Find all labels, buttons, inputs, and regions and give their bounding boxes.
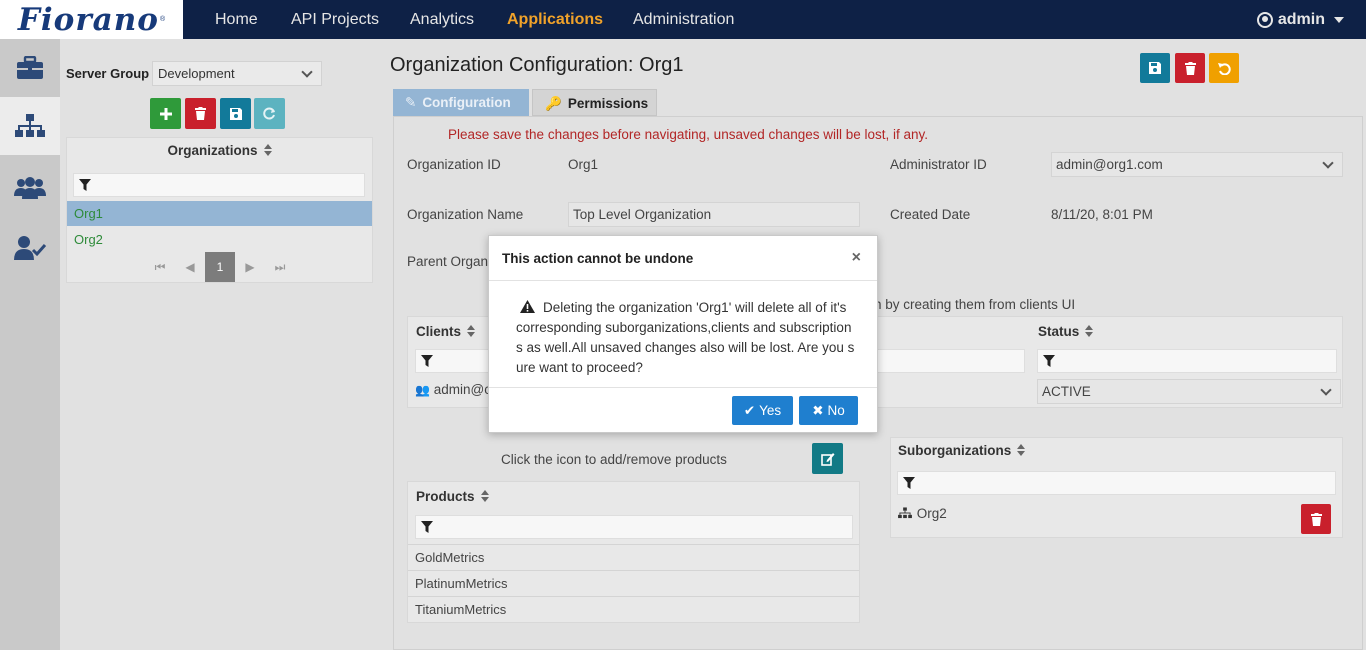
- check-icon: ✔: [743, 402, 756, 418]
- no-button[interactable]: ✖ No: [799, 396, 858, 425]
- yes-button[interactable]: ✔ Yes: [732, 396, 793, 425]
- warning-icon: [520, 300, 535, 313]
- times-icon: ✖: [812, 402, 824, 418]
- confirm-dialog: This action cannot be undone × Deleting …: [488, 235, 878, 433]
- dialog-footer: ✔ Yes ✖ No: [489, 387, 877, 432]
- dialog-header: This action cannot be undone ×: [489, 236, 877, 281]
- close-icon[interactable]: ×: [852, 249, 861, 267]
- dialog-message: Deleting the organization 'Org1' will de…: [516, 300, 855, 375]
- dialog-title: This action cannot be undone: [502, 251, 694, 266]
